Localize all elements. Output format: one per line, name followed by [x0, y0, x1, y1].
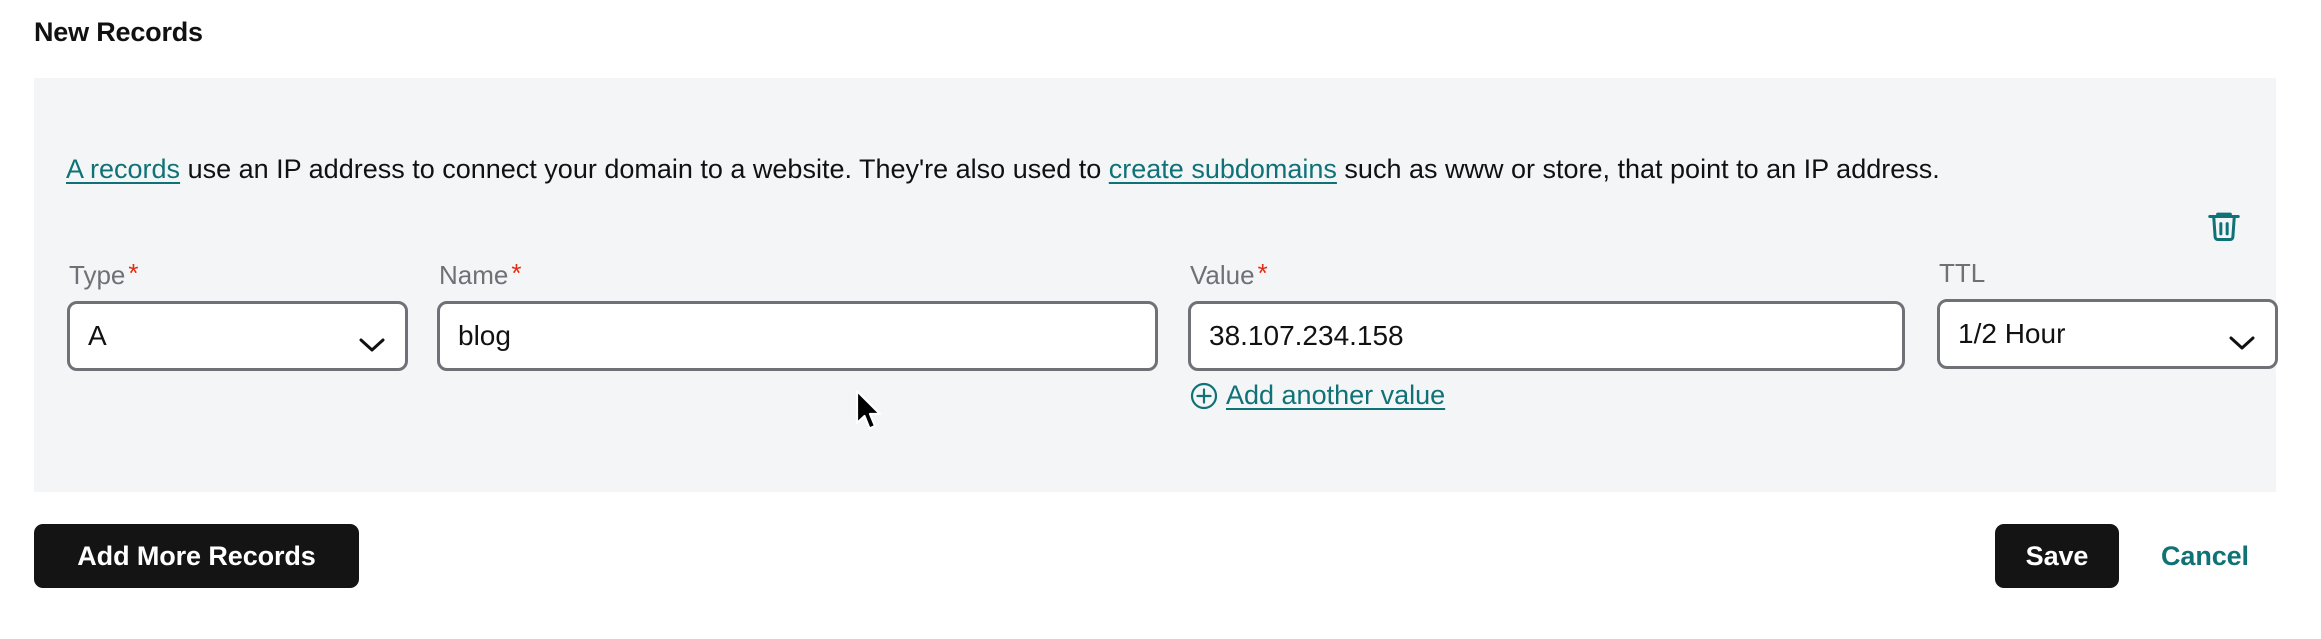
type-select[interactable]: A: [67, 301, 408, 371]
page-title: New Records: [34, 17, 203, 47]
a-records-link[interactable]: A records: [66, 154, 180, 184]
footer-actions: Add More Records Save Cancel: [0, 524, 2321, 594]
delete-record-button[interactable]: [2202, 205, 2246, 249]
value-label-text: Value: [1190, 260, 1255, 290]
record-description-part-1: use an IP address to connect your domain…: [180, 154, 1109, 184]
chevron-down-icon: [359, 328, 385, 352]
record-card: A records use an IP address to connect y…: [34, 78, 2278, 492]
trash-icon: [2205, 206, 2243, 249]
value-input-value: 38.107.234.158: [1209, 320, 1404, 351]
name-label-text: Name: [439, 260, 509, 290]
save-button[interactable]: Save: [1995, 524, 2119, 588]
type-label-text: Type: [69, 260, 126, 290]
new-records-panel: New Records A records use an IP address …: [0, 0, 2321, 639]
plus-circle-icon: [1190, 382, 1218, 410]
name-label: Name *: [439, 258, 1158, 290]
ttl-label-text: TTL: [1939, 258, 1986, 288]
ttl-select[interactable]: 1/2 Hour: [1937, 299, 2278, 369]
field-ttl: TTL 1/2 Hour: [1937, 258, 2278, 369]
field-name: Name * blog: [437, 258, 1158, 371]
chevron-down-icon: [2229, 326, 2255, 350]
cancel-button[interactable]: Cancel: [2161, 524, 2249, 588]
type-required-asterisk: *: [128, 258, 139, 288]
add-another-value-button[interactable]: Add another value: [1190, 380, 1445, 411]
type-label: Type *: [69, 258, 408, 290]
create-subdomains-link[interactable]: create subdomains: [1109, 154, 1337, 184]
add-another-value-label: Add another value: [1226, 380, 1446, 410]
ttl-select-value: 1/2 Hour: [1958, 318, 2066, 349]
name-required-asterisk: *: [511, 258, 522, 288]
field-type: Type * A: [67, 258, 408, 371]
name-input-value: blog: [458, 320, 511, 351]
record-description: A records use an IP address to connect y…: [66, 145, 2156, 193]
field-value: Value * 38.107.234.158 Add another value: [1188, 258, 1905, 415]
value-label: Value *: [1190, 258, 1905, 290]
value-required-asterisk: *: [1257, 258, 1268, 288]
value-input[interactable]: 38.107.234.158: [1188, 301, 1905, 371]
record-fields-row: Type * A Name * blog Value * 38.107.234.…: [34, 258, 2278, 410]
type-select-value: A: [88, 320, 107, 351]
ttl-label: TTL: [1939, 258, 2278, 288]
name-input[interactable]: blog: [437, 301, 1158, 371]
record-description-part-2: such as www or store, that point to an I…: [1336, 154, 1940, 184]
add-more-records-button[interactable]: Add More Records: [34, 524, 359, 588]
